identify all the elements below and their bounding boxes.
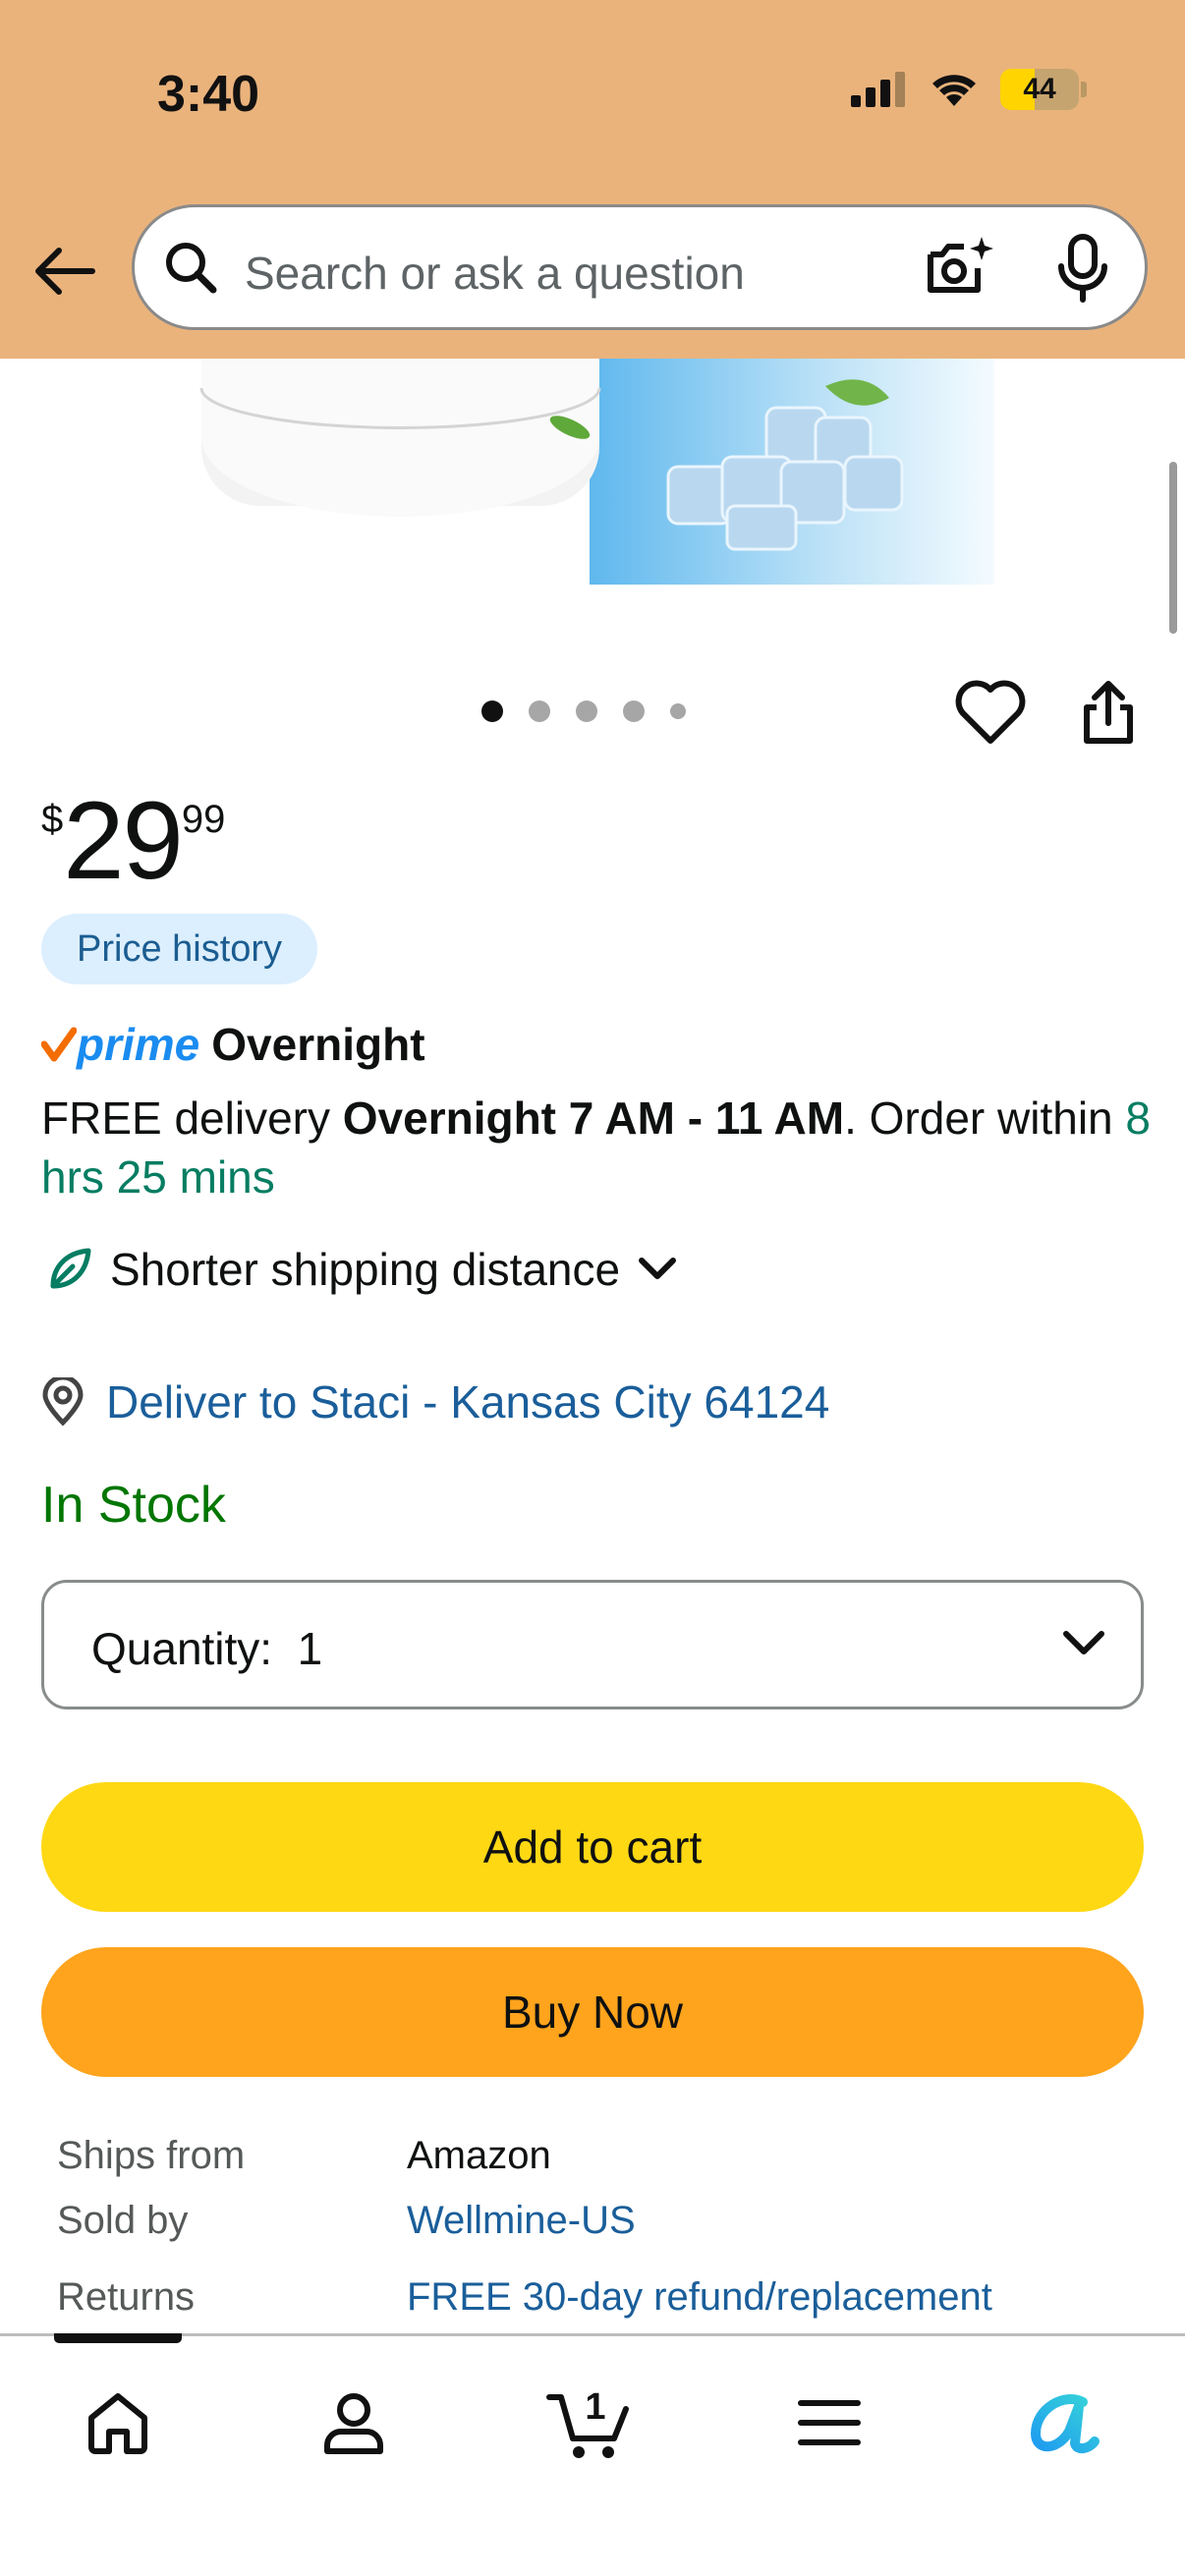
returns-link[interactable]: FREE 30-day refund/replacement xyxy=(407,2275,992,2320)
tab-cart[interactable]: 1 xyxy=(540,2374,639,2472)
back-arrow-icon xyxy=(35,248,95,295)
back-button[interactable] xyxy=(29,236,100,307)
page-scrollbar[interactable] xyxy=(1169,462,1177,634)
tab-menu[interactable] xyxy=(780,2374,878,2472)
shipping-note: Shorter shipping distance xyxy=(110,1244,621,1295)
cart-count: 1 xyxy=(585,2386,605,2428)
prime-logo-text: prime xyxy=(77,1019,200,1070)
battery-icon: 44 xyxy=(1000,69,1079,110)
tab-rufus[interactable] xyxy=(1016,2374,1114,2472)
delivery-prefix: FREE delivery xyxy=(41,1092,343,1144)
quantity-value: 1 xyxy=(297,1623,323,1674)
battery-level: 44 xyxy=(1023,73,1056,105)
scroll-indicator xyxy=(54,2333,182,2343)
chevron-down-icon xyxy=(1063,1631,1104,1654)
delivery-window: Overnight 7 AM - 11 AM xyxy=(342,1092,845,1144)
deliver-to-address: Deliver to Staci - Kansas City 64124 xyxy=(106,1376,830,1428)
detail-key: Returns xyxy=(57,2275,196,2319)
detail-key: Ships from xyxy=(57,2134,246,2177)
carousel-dot[interactable] xyxy=(529,700,550,722)
shipping-distance-toggle[interactable]: Shorter shipping distance xyxy=(47,1243,677,1296)
share-icon xyxy=(1084,681,1133,744)
cart-icon: 1 xyxy=(546,2386,629,2458)
seller-link[interactable]: Wellmine-US xyxy=(407,2199,636,2243)
share-button[interactable] xyxy=(1079,678,1138,752)
prime-speed: Overnight xyxy=(211,1019,425,1070)
search-bar[interactable]: Search or ask a question xyxy=(132,204,1148,330)
leaf-icon xyxy=(50,1248,91,1289)
tab-account[interactable] xyxy=(305,2374,403,2472)
deliver-to-link[interactable]: Deliver to Staci - Kansas City 64124 xyxy=(41,1375,829,1428)
detail-value: Amazon xyxy=(407,2134,551,2177)
status-time: 3:40 xyxy=(157,66,260,123)
delivery-mid: . Order within xyxy=(844,1092,1126,1144)
search-input[interactable]: Search or ask a question xyxy=(245,247,745,300)
carousel-dot[interactable] xyxy=(623,700,645,722)
product-image[interactable] xyxy=(0,359,1185,585)
price-fraction: 99 xyxy=(181,798,226,841)
menu-icon xyxy=(798,2400,861,2445)
quantity-label: Quantity: 1 xyxy=(91,1623,323,1674)
price-currency: $ xyxy=(41,798,64,841)
add-to-cart-button[interactable]: Add to cart xyxy=(41,1782,1144,1912)
wifi-icon xyxy=(932,75,976,106)
detail-key: Sold by xyxy=(57,2199,189,2242)
carousel-dot[interactable] xyxy=(576,700,597,722)
cellular-signal-icon xyxy=(851,72,905,107)
prime-check-icon xyxy=(41,1027,77,1062)
rufus-icon xyxy=(1031,2394,1100,2453)
price-whole: 29 xyxy=(63,779,184,902)
status-icons: 44 xyxy=(851,69,1087,110)
camera-search-icon[interactable] xyxy=(921,229,999,308)
prime-badge: prime Overnight xyxy=(41,1018,425,1071)
search-icon xyxy=(166,243,217,294)
battery-nub xyxy=(1081,82,1087,97)
account-icon xyxy=(324,2393,383,2454)
quantity-select[interactable]: Quantity: 1 xyxy=(41,1580,1144,1709)
bottom-tab-bar: 1 xyxy=(0,2333,1185,2576)
tab-home[interactable] xyxy=(69,2374,167,2472)
buy-now-button[interactable]: Buy Now xyxy=(41,1947,1144,2077)
location-pin-icon xyxy=(42,1377,84,1427)
carousel-dot[interactable] xyxy=(670,703,686,719)
microphone-icon[interactable] xyxy=(1048,231,1117,306)
home-icon xyxy=(88,2393,147,2454)
product-price: $ 29 99 xyxy=(41,786,225,896)
chevron-down-icon xyxy=(639,1258,677,1279)
price-history-button[interactable]: Price history xyxy=(41,914,318,984)
product-photo xyxy=(199,359,994,585)
image-carousel-dots[interactable] xyxy=(481,700,686,722)
heart-icon xyxy=(955,680,1026,744)
header: 3:40 44 Search or ask a question xyxy=(0,0,1185,359)
carousel-dot[interactable] xyxy=(481,700,503,722)
stock-status: In Stock xyxy=(41,1477,226,1534)
wishlist-button[interactable] xyxy=(953,678,1028,752)
delivery-message: FREE delivery Overnight 7 AM - 11 AM. Or… xyxy=(41,1089,1152,1206)
